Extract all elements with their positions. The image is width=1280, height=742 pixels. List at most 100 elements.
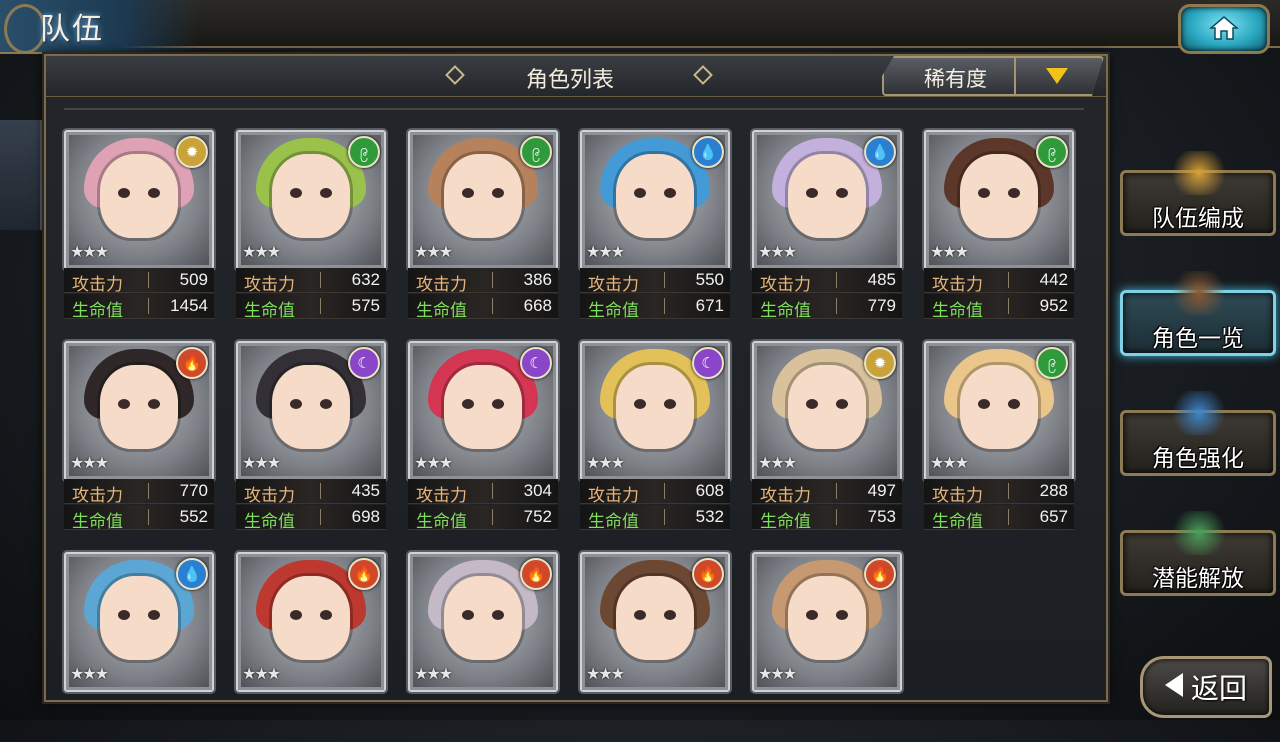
sort-toggle[interactable] <box>1014 58 1104 94</box>
wind-element-icon: ၉ <box>520 136 552 168</box>
attack-stat: 攻击力 386 <box>408 268 558 295</box>
rarity-stars: ★★★ <box>414 242 453 261</box>
character-face <box>788 576 866 660</box>
attack-label: 攻击力 <box>244 275 295 295</box>
hp-stat: 生命值 671 <box>580 294 730 321</box>
character-portrait: 💧 ★★★ <box>64 552 214 692</box>
character-portrait: ၉ ★★★ <box>236 130 386 270</box>
attack-value: 485 <box>867 270 896 289</box>
dark-element-icon: ☾ <box>348 347 380 379</box>
character-card[interactable]: 🔥 ★★★ <box>408 552 558 742</box>
character-card[interactable]: ၉ ★★★ 攻击力 632 生命值 575 <box>236 130 386 321</box>
character-eye <box>664 188 676 198</box>
attack-label: 攻击力 <box>244 486 295 506</box>
hp-value: 552 <box>179 507 208 526</box>
attack-label: 攻击力 <box>932 275 983 295</box>
hp-value: 779 <box>867 296 896 315</box>
character-list-button[interactable]: 角色一览 <box>1120 271 1276 356</box>
attack-value: 497 <box>867 481 896 500</box>
hp-stat: 生命值 668 <box>408 294 558 321</box>
character-card[interactable]: 💧 ★★★ <box>64 552 214 742</box>
menu-art-icon <box>1171 151 1227 195</box>
rarity-stars: ★★★ <box>758 453 797 472</box>
hp-label: 生命值 <box>244 301 295 321</box>
character-portrait: 💧 ★★★ <box>580 130 730 270</box>
divider <box>664 509 665 525</box>
character-card[interactable]: 💧 ★★★ 攻击力 485 生命值 779 <box>752 130 902 321</box>
divider <box>1008 272 1009 288</box>
character-card[interactable]: ၉ ★★★ 攻击力 288 生命值 657 <box>924 341 1074 532</box>
hp-stat: 生命值 753 <box>752 505 902 532</box>
light-element-icon: ✹ <box>176 136 208 168</box>
rarity-stars: ★★★ <box>242 664 281 683</box>
divider <box>320 483 321 499</box>
hp-value: 575 <box>351 296 380 315</box>
character-card[interactable]: ၉ ★★★ 攻击力 442 生命值 952 <box>924 130 1074 321</box>
water-element-icon: 💧 <box>692 136 724 168</box>
character-card[interactable]: 💧 ★★★ 攻击力 550 生命值 671 <box>580 130 730 321</box>
character-portrait: 🔥 ★★★ <box>236 552 386 692</box>
character-portrait: ☾ ★★★ <box>408 341 558 481</box>
character-eye <box>1008 399 1020 409</box>
character-eye <box>978 399 990 409</box>
character-card[interactable]: ✹ ★★★ 攻击力 509 生命值 1454 <box>64 130 214 321</box>
back-button[interactable]: 返回 <box>1140 656 1272 718</box>
attack-label: 攻击力 <box>72 275 123 295</box>
sort-dropdown[interactable]: 稀有度 <box>882 56 1104 96</box>
character-card[interactable]: ☾ ★★★ 攻击力 608 生命值 532 <box>580 341 730 532</box>
character-face <box>788 154 866 238</box>
character-eye <box>836 399 848 409</box>
divider <box>1008 509 1009 525</box>
character-eye <box>148 188 160 198</box>
rarity-stars: ★★★ <box>758 664 797 683</box>
fire-element-icon: 🔥 <box>348 558 380 590</box>
page-title: 队伍 <box>40 12 104 47</box>
character-card[interactable]: ✹ ★★★ 攻击力 497 生命值 753 <box>752 341 902 532</box>
character-card[interactable]: 🔥 ★★★ <box>236 552 386 742</box>
menu-art-icon <box>1171 391 1227 435</box>
attack-value: 509 <box>179 270 208 289</box>
character-eye <box>836 610 848 620</box>
character-card[interactable]: 🔥 ★★★ <box>752 552 902 742</box>
rarity-stars: ★★★ <box>930 453 969 472</box>
rarity-stars: ★★★ <box>930 242 969 261</box>
fire-element-icon: 🔥 <box>520 558 552 590</box>
character-face <box>616 365 694 449</box>
potential-unlock-button[interactable]: 潜能解放 <box>1120 511 1276 596</box>
wind-element-icon: ၉ <box>348 136 380 168</box>
character-card[interactable]: 🔥 ★★★ 攻击力 770 生命值 552 <box>64 341 214 532</box>
character-card[interactable]: ၉ ★★★ 攻击力 386 生命值 668 <box>408 130 558 321</box>
attack-stat: 攻击力 288 <box>924 479 1074 506</box>
character-eye <box>462 188 474 198</box>
character-card[interactable]: ☾ ★★★ 攻击力 304 生命值 752 <box>408 341 558 532</box>
attack-value: 435 <box>351 481 380 500</box>
team-formation-button[interactable]: 队伍编成 <box>1120 151 1276 236</box>
attack-label: 攻击力 <box>72 486 123 506</box>
dark-element-icon: ☾ <box>520 347 552 379</box>
character-eye <box>634 610 646 620</box>
hp-value: 657 <box>1039 507 1068 526</box>
attack-label: 攻击力 <box>932 486 983 506</box>
character-card[interactable]: 🔥 ★★★ <box>580 552 730 742</box>
divider <box>320 509 321 525</box>
rarity-stars: ★★★ <box>414 664 453 683</box>
rarity-stars: ★★★ <box>242 453 281 472</box>
character-face <box>272 154 350 238</box>
character-portrait: 🔥 ★★★ <box>580 552 730 692</box>
home-icon <box>1209 16 1239 40</box>
character-list-panel: 角色列表 稀有度 ✹ ★★★ 攻击力 509 生命值 1454 ၉ ★★★ 攻击力 632 生命值 5… <box>44 54 1108 702</box>
character-card[interactable]: ☾ ★★★ 攻击力 435 生命值 698 <box>236 341 386 532</box>
character-enhance-button[interactable]: 角色强化 <box>1120 391 1276 476</box>
divider <box>148 298 149 314</box>
character-eye <box>806 610 818 620</box>
home-button[interactable] <box>1178 4 1270 54</box>
attack-label: 攻击力 <box>588 486 639 506</box>
divider <box>320 298 321 314</box>
hp-value: 698 <box>351 507 380 526</box>
hp-stat: 生命值 657 <box>924 505 1074 532</box>
attack-label: 攻击力 <box>416 486 467 506</box>
hp-label: 生命值 <box>588 512 639 532</box>
divider <box>492 272 493 288</box>
diamond-ornament-left <box>445 65 465 85</box>
character-eye <box>118 188 130 198</box>
